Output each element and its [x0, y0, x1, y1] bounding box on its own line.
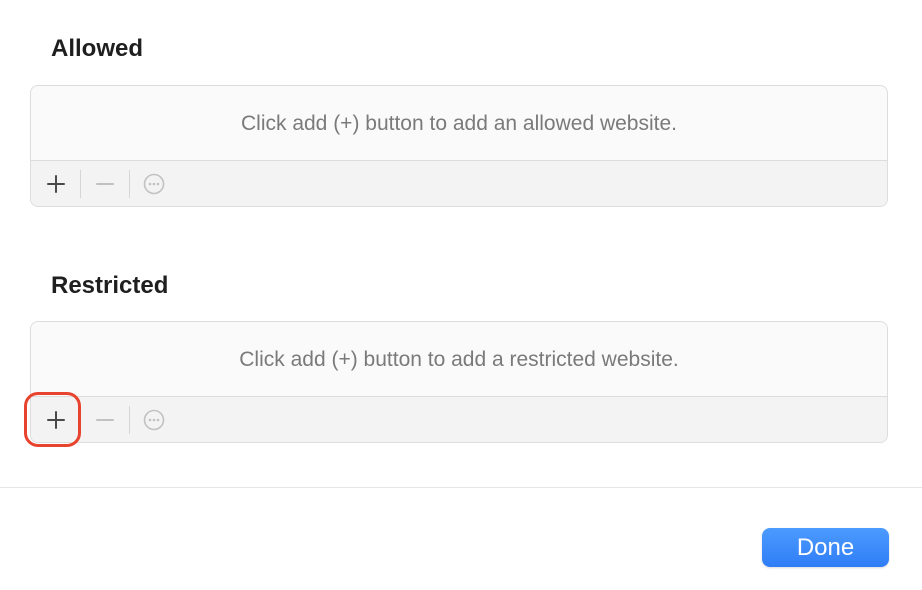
done-button[interactable]: Done: [762, 528, 889, 567]
restricted-more-options-button[interactable]: [137, 403, 171, 437]
allowed-remove-button[interactable]: [88, 167, 122, 201]
plus-icon: [47, 174, 65, 193]
toolbar-separator: [80, 405, 81, 434]
allowed-section-title: Allowed: [51, 35, 144, 62]
allowed-more-options-button[interactable]: [137, 167, 171, 201]
ellipsis-circle-icon: [143, 409, 165, 430]
allowed-list-toolbar: [31, 160, 887, 206]
restricted-add-button[interactable]: [39, 403, 73, 437]
allowed-websites-list: Click add (+) button to add an allowed w…: [30, 85, 888, 207]
footer-divider: [0, 487, 922, 488]
ellipsis-circle-icon: [143, 173, 165, 194]
minus-icon: [96, 418, 114, 421]
allowed-empty-message: Click add (+) button to add an allowed w…: [240, 112, 677, 135]
restricted-list-toolbar: [31, 396, 887, 442]
restricted-section-title: Restricted: [51, 272, 169, 299]
restricted-empty-message: Click add (+) button to add a restricted…: [239, 348, 679, 371]
restricted-remove-button[interactable]: [88, 403, 122, 437]
plus-icon: [47, 410, 65, 429]
minus-icon: [96, 182, 114, 185]
allowed-add-button[interactable]: [39, 167, 73, 201]
toolbar-separator: [129, 169, 130, 198]
restricted-websites-list: Click add (+) button to add a restricted…: [30, 321, 888, 443]
toolbar-separator: [129, 405, 130, 434]
toolbar-separator: [80, 169, 81, 198]
